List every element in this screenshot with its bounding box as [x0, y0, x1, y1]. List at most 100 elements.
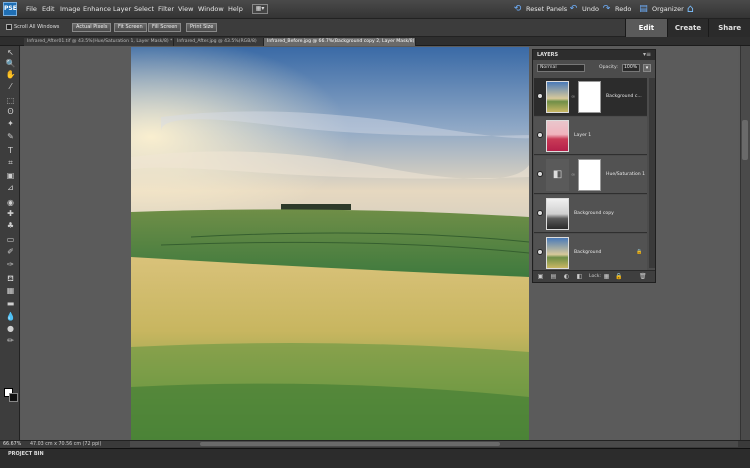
clone-stamp-tool-icon[interactable]: ♣ [5, 221, 16, 230]
new-layer-icon[interactable]: ▣ [537, 273, 544, 280]
quick-selection-tool-icon[interactable]: ✎ [5, 132, 16, 141]
sponge-tool-icon[interactable]: ● [5, 324, 16, 333]
eyedropper-tool-icon[interactable]: ⁄ [5, 82, 16, 91]
reset-panels-button[interactable]: ⟲ Reset Panels [512, 4, 567, 14]
menu-view[interactable]: View [178, 5, 193, 13]
home-icon[interactable]: ⌂ [684, 3, 697, 15]
actual-pixels-button[interactable]: Actual Pixels [72, 23, 112, 32]
delete-layer-icon[interactable]: 🗑 [639, 273, 647, 280]
reset-panels-label: Reset Panels [526, 5, 568, 13]
tab-edit[interactable]: Edit [625, 19, 667, 37]
redo-button[interactable]: ↷ Redo [601, 4, 632, 14]
layer-thumbnail [546, 198, 569, 230]
visibility-eye-icon[interactable] [537, 249, 543, 255]
menu-image[interactable]: Image [60, 5, 80, 13]
shape-tool-icon[interactable]: ▬ [5, 299, 16, 308]
layer-thumbnail [546, 81, 569, 113]
layer-thumbnail [546, 120, 569, 152]
layer-mask-thumbnail[interactable] [578, 81, 601, 113]
organizer-button[interactable]: ▤ Organizer [638, 4, 684, 14]
blend-mode-select[interactable]: Normal [537, 64, 585, 72]
lock-transparent-icon[interactable]: ▦ [603, 273, 610, 280]
crop-tool-icon[interactable]: ⌗ [5, 158, 16, 167]
print-size-button[interactable]: Print Size [186, 23, 218, 32]
gradient-tool-icon[interactable]: ▦ [5, 286, 16, 295]
new-group-icon[interactable]: ▤ [550, 273, 557, 280]
arrange-documents-button[interactable]: ▦▾ [252, 4, 268, 14]
visibility-eye-icon[interactable] [537, 171, 543, 177]
type-tool-icon[interactable]: T [5, 146, 16, 155]
layers-scrollbar[interactable] [649, 78, 655, 268]
menu-enhance[interactable]: Enhance [83, 5, 111, 13]
menu-edit[interactable]: Edit [42, 5, 55, 13]
lasso-tool-icon[interactable]: ʘ [5, 107, 16, 116]
layer-row[interactable]: Layer 1 [534, 117, 647, 155]
red-eye-tool-icon[interactable]: ◉ [5, 198, 16, 207]
layer-row[interactable]: Background 🔒 [534, 234, 647, 272]
layer-mask-thumbnail[interactable] [578, 159, 601, 191]
undo-button[interactable]: ↶ Undo [568, 4, 599, 14]
zoom-tool-icon[interactable]: 🔍 [5, 59, 16, 68]
redo-label: Redo [615, 5, 632, 13]
doc-tab-infrared-before[interactable]: Infrared_Before.jpg @ 66.7%(Background c… [264, 38, 416, 46]
vertical-scrollbar-thumb[interactable] [742, 120, 748, 160]
scroll-all-windows-checkbox[interactable]: Scroll All Windows [6, 24, 59, 30]
app-logo[interactable]: PSE [3, 2, 17, 16]
layer-row[interactable]: ∞ Background c... [534, 78, 647, 116]
scroll-all-label: Scroll All Windows [14, 24, 60, 30]
opacity-input[interactable]: 100% [622, 64, 640, 72]
menu-layer[interactable]: Layer [113, 5, 131, 13]
menu-select[interactable]: Select [134, 5, 154, 13]
fill-screen-button[interactable]: Fill Screen [148, 23, 182, 32]
mode-tabs: Edit Create Share [625, 19, 750, 37]
visibility-eye-icon[interactable] [537, 210, 543, 216]
spot-healing-tool-icon[interactable]: ✚ [5, 209, 16, 218]
layer-name: Layer 1 [574, 133, 592, 138]
add-mask-icon[interactable]: ◧ [576, 273, 583, 280]
adjustment-layer-icon[interactable]: ◐ [563, 273, 570, 280]
eraser-tool-icon[interactable]: ▭ [5, 235, 16, 244]
layer-row[interactable]: ◧ ∞ Hue/Saturation 1 [534, 156, 647, 194]
straighten-tool-icon[interactable]: ⊿ [5, 183, 16, 192]
menu-file[interactable]: File [26, 5, 37, 13]
lock-all-icon[interactable]: 🔒 [615, 273, 622, 280]
layers-panel-header[interactable]: LAYERS ▾≡ [533, 50, 655, 60]
brush-tool-icon[interactable]: ✐ [5, 247, 16, 256]
hand-tool-icon[interactable]: ✋ [5, 70, 16, 79]
project-bin: PROJECT BIN [0, 448, 750, 468]
checkbox-box[interactable] [6, 24, 12, 30]
menu-help[interactable]: Help [228, 5, 243, 13]
visibility-eye-icon[interactable] [537, 93, 543, 99]
blur-tool-icon[interactable]: 💧 [5, 312, 16, 321]
menu-filter[interactable]: Filter [158, 5, 174, 13]
opacity-dropdown-icon[interactable]: ▾ [643, 64, 651, 72]
document-image[interactable] [131, 47, 529, 440]
move-tool-icon[interactable]: ↖ [5, 48, 16, 57]
marquee-tool-icon[interactable]: ⬚ [5, 96, 16, 105]
layer-row[interactable]: Background copy [534, 195, 647, 233]
undo-label: Undo [582, 5, 599, 13]
recompose-tool-icon[interactable]: ▣ [5, 171, 16, 180]
smart-brush-tool-icon[interactable]: ✑ [5, 260, 16, 269]
horizontal-scrollbar-thumb[interactable] [200, 442, 500, 446]
link-icon: ∞ [571, 172, 576, 178]
landscape-photo [131, 47, 529, 440]
magic-wand-tool-icon[interactable]: ✦ [5, 119, 16, 128]
background-color-swatch[interactable] [9, 393, 18, 402]
reset-panels-icon: ⟲ [513, 4, 522, 14]
doc-tab-infrared-after01[interactable]: Infrared_After01.tif @ 43.5%(Hue/Saturat… [24, 38, 174, 46]
vertical-scrollbar[interactable] [740, 46, 750, 440]
paint-bucket-tool-icon[interactable]: ⛾ [5, 274, 16, 283]
tab-share[interactable]: Share [708, 19, 750, 37]
visibility-eye-icon[interactable] [537, 132, 543, 138]
layer-thumbnail [546, 237, 569, 269]
menu-window[interactable]: Window [198, 5, 224, 13]
doc-tab-infrared-after[interactable]: Infrared_After.jpg @ 43.5%(RGB/8) [174, 38, 264, 46]
pencil-tool-icon[interactable]: ✏ [5, 336, 16, 345]
menu-bar: PSE File Edit Image Enhance Layer Select… [0, 0, 750, 19]
tab-create[interactable]: Create [666, 19, 709, 37]
fit-screen-button[interactable]: Fit Screen [114, 23, 147, 32]
panel-menu-icon[interactable]: ▾≡ [643, 51, 651, 58]
project-bin-label[interactable]: PROJECT BIN [8, 451, 44, 457]
layer-name: Background c... [606, 94, 642, 99]
